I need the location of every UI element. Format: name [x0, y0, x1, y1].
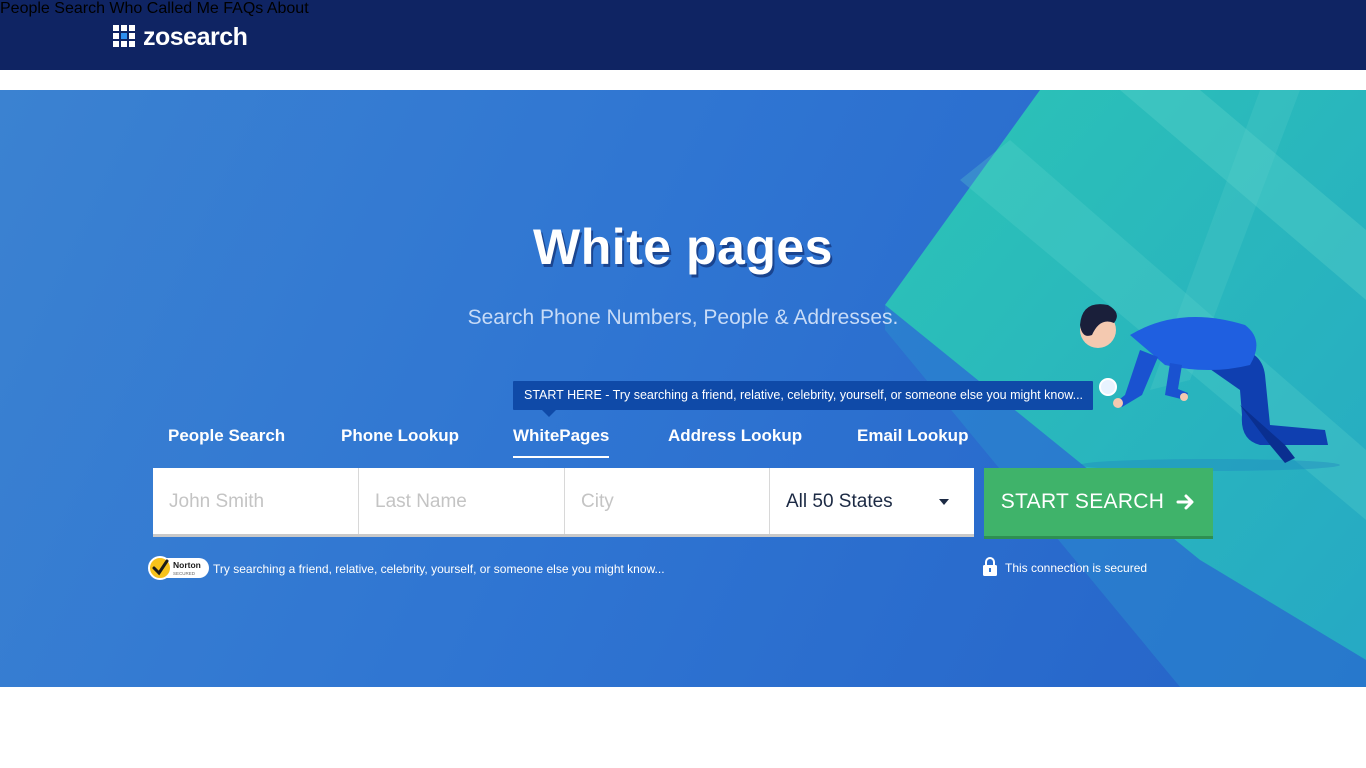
- city-input[interactable]: [565, 468, 769, 536]
- page-title: White pages: [533, 219, 833, 275]
- nav-link-about[interactable]: About: [267, 0, 309, 17]
- first-name-input[interactable]: [153, 468, 358, 536]
- connection-secured-text: This connection is secured: [1005, 561, 1148, 575]
- norton-line2: SECURED: [173, 571, 196, 576]
- norton-secured-badge: Norton SECURED: [148, 556, 209, 580]
- top-navbar: zosearch People Search Who Called Me FAQ…: [0, 0, 1366, 70]
- tab-whitepages[interactable]: WhitePages: [513, 426, 610, 458]
- tooltip-arrow: [542, 410, 556, 417]
- tab-email-lookup[interactable]: Email Lookup: [857, 426, 968, 456]
- start-search-label: START SEARCH: [1000, 490, 1165, 513]
- tab-people-search[interactable]: People Search: [168, 426, 285, 456]
- start-search-button[interactable]: START SEARCH: [984, 468, 1213, 536]
- dropdown-caret-icon: [939, 499, 949, 505]
- tab-address-lookup[interactable]: Address Lookup: [668, 426, 802, 456]
- search-tabs: People Search Phone Lookup WhitePages Ad…: [0, 426, 1366, 458]
- last-name-input[interactable]: [359, 468, 564, 536]
- norton-line1: Norton: [173, 560, 201, 570]
- state-select[interactable]: All 50 States: [770, 468, 974, 536]
- tab-phone-lookup[interactable]: Phone Lookup: [341, 426, 459, 456]
- nav-link-people-search[interactable]: People Search: [0, 0, 105, 17]
- search-row-shadow: [153, 534, 974, 537]
- logo-grid-icon: [113, 25, 137, 49]
- arrow-right-icon: [1176, 494, 1194, 510]
- header-divider: [0, 70, 1366, 90]
- nav-link-faqs[interactable]: FAQs: [223, 0, 263, 17]
- lock-icon: [983, 557, 997, 576]
- first-name-field-wrap: [153, 468, 359, 536]
- last-name-field-wrap: [359, 468, 565, 536]
- nav-link-who-called-me[interactable]: Who Called Me: [109, 0, 218, 17]
- state-select-value: All 50 States: [786, 491, 893, 512]
- city-field-wrap: [565, 468, 770, 536]
- site-logo[interactable]: zosearch: [113, 22, 248, 52]
- start-here-tooltip: START HERE - Try searching a friend, rel…: [513, 381, 1093, 410]
- hero-section: White pages Search Phone Numbers, People…: [0, 90, 1366, 687]
- search-hint-text: Try searching a friend, relative, celebr…: [213, 562, 665, 576]
- logo-text: zosearch: [143, 23, 248, 51]
